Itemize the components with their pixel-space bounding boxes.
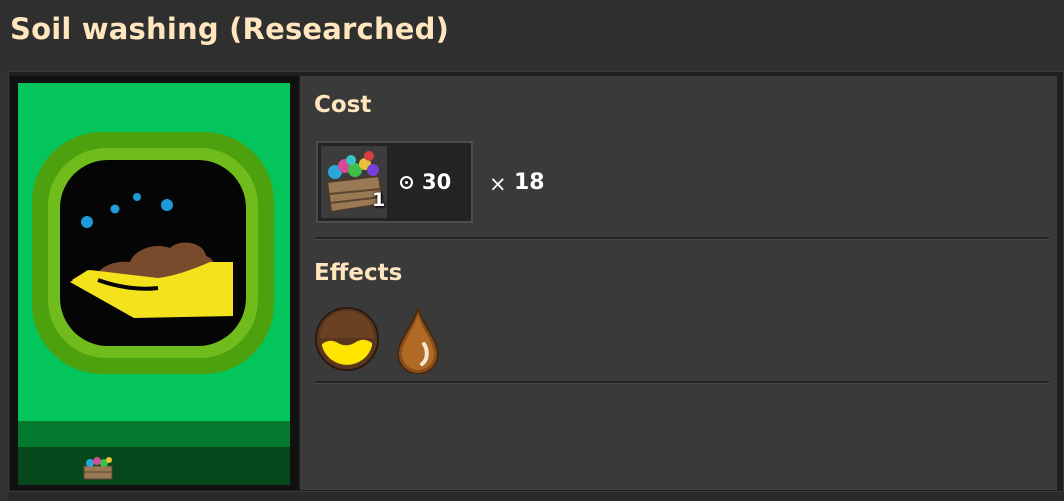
tech-card-band (18, 421, 290, 447)
divider (316, 237, 1049, 240)
soil-washing-hand-icon (32, 132, 274, 374)
title-bar: Soil washing (Researched) (0, 0, 1064, 70)
clock-icon (400, 176, 413, 189)
muddy-water-drop-icon[interactable] (394, 306, 442, 374)
research-unit-count: 18 (514, 170, 545, 195)
effects-heading: Effects (314, 260, 403, 286)
page-title: Soil washing (Researched) (10, 12, 450, 46)
ingredient-count: 1 (372, 189, 386, 211)
tech-card-background (18, 83, 290, 485)
cost-heading: Cost (314, 92, 372, 118)
cost-ingredient-slot[interactable]: 1 30 (316, 141, 473, 223)
details-panel: Cost 1 30 × 18 Effects (300, 76, 1057, 490)
tech-card (10, 76, 299, 490)
dirt-yellow-wash-icon[interactable] (314, 306, 380, 372)
multiplier-sign: × (489, 172, 507, 196)
tech-card-ingredient-strip (18, 447, 290, 485)
science-pack-crate-icon (83, 457, 113, 480)
research-time: 30 (422, 170, 452, 194)
divider (316, 381, 1049, 384)
bottom-strip (8, 492, 1064, 501)
